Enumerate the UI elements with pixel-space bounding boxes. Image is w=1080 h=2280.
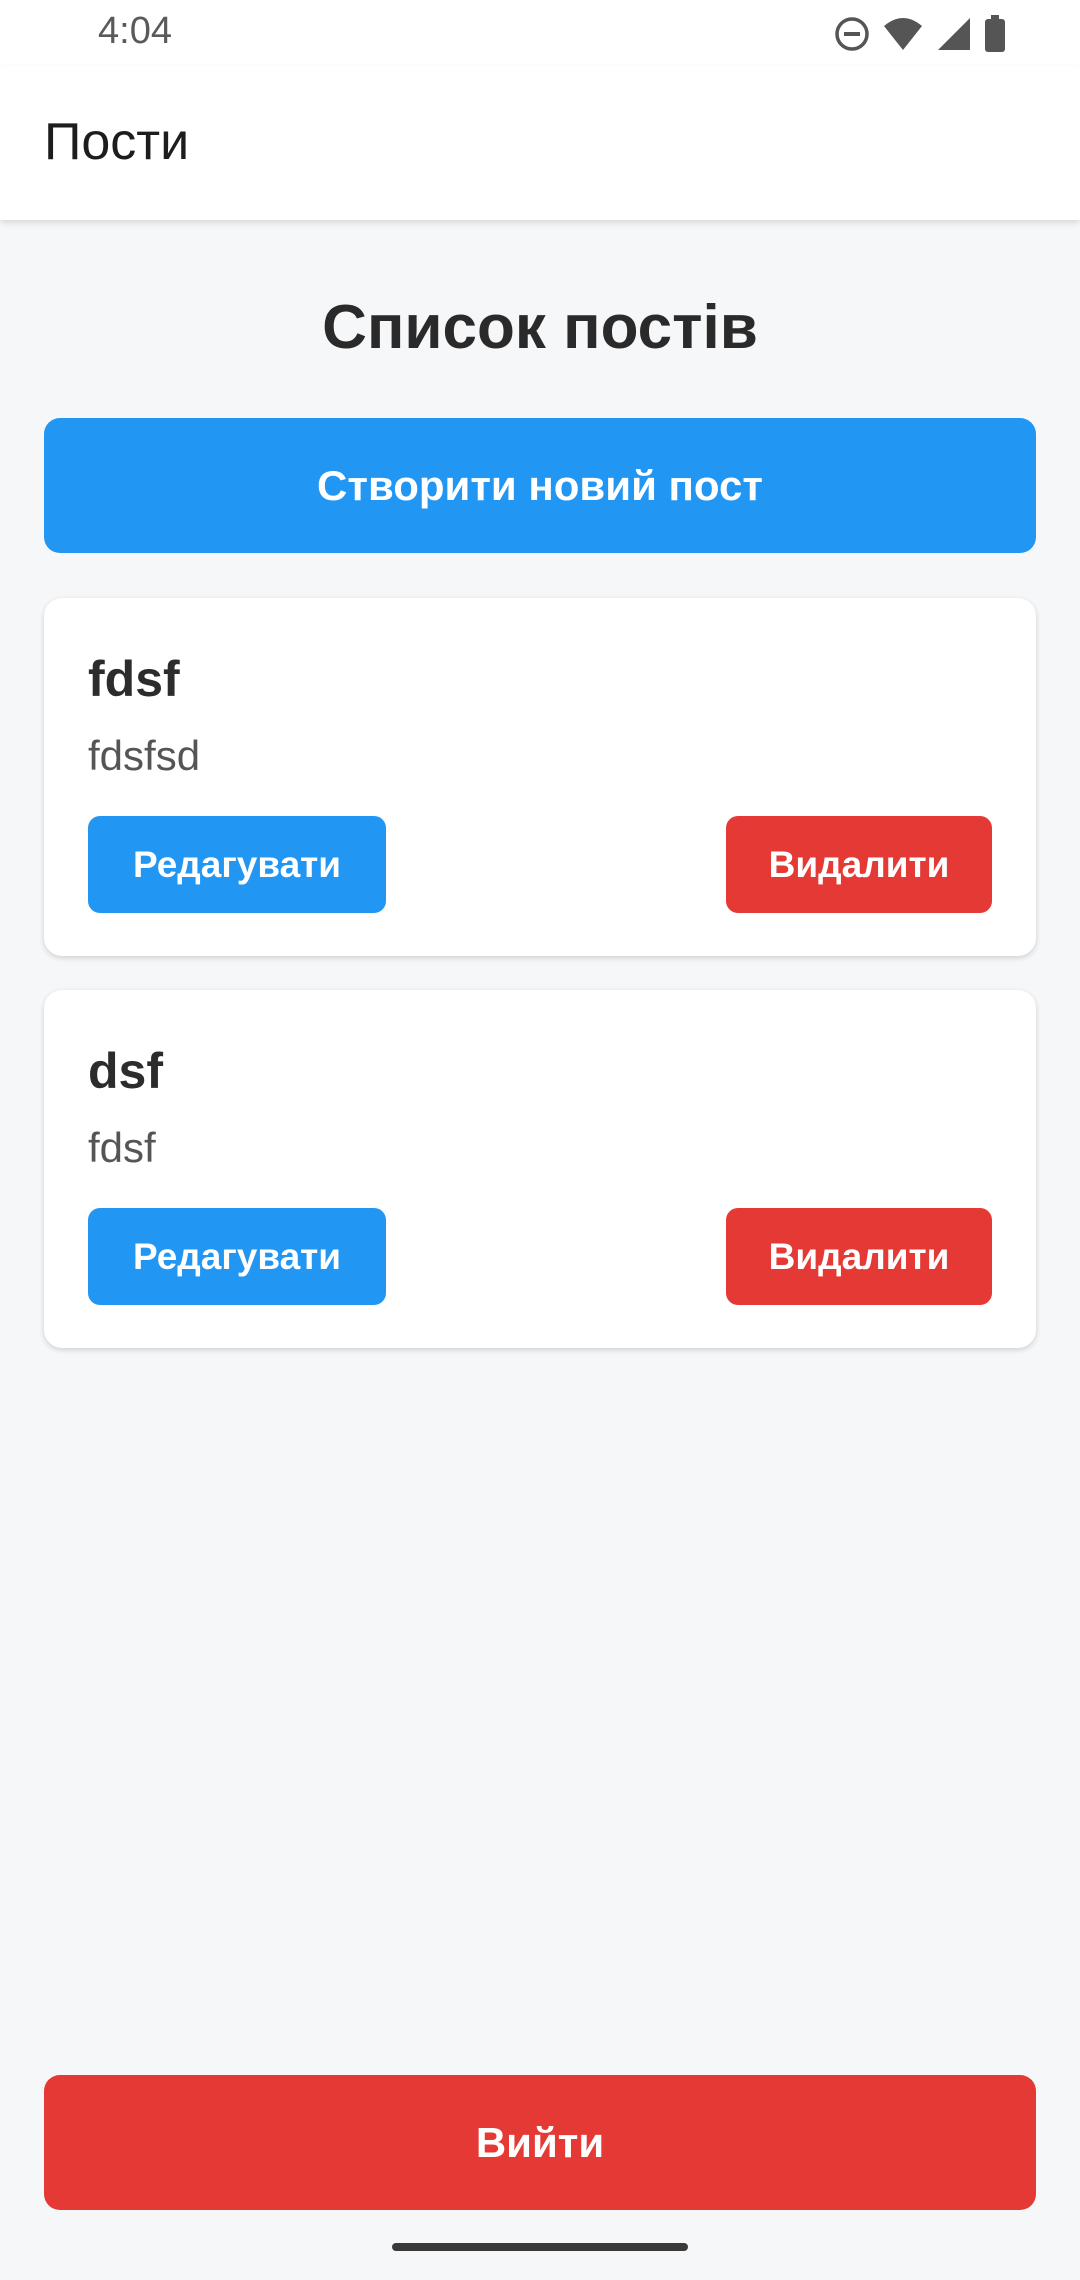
app-bar: Пости (0, 66, 1080, 220)
status-bar: 4:04 (0, 0, 1080, 66)
edit-post-button[interactable]: Редагувати (88, 1208, 386, 1305)
post-body: fdsfsd (88, 732, 201, 779)
battery-icon (984, 15, 1006, 53)
create-post-button[interactable]: Створити новий пост (44, 418, 1036, 553)
post-card: fdsf fdsfsd Редагувати Видалити (44, 598, 1036, 956)
wifi-icon (882, 16, 924, 52)
do-not-disturb-icon (834, 16, 870, 52)
delete-post-button[interactable]: Видалити (726, 816, 992, 913)
cellular-signal-icon (936, 16, 972, 52)
post-card: dsf fdsf Редагувати Видалити (44, 990, 1036, 1348)
app-bar-title: Пости (44, 113, 190, 171)
post-title: fdsf (88, 651, 180, 707)
delete-post-button[interactable]: Видалити (726, 1208, 992, 1305)
page-heading: Список постів (322, 293, 758, 362)
status-time: 4:04 (98, 10, 172, 52)
logout-button[interactable]: Вийти (44, 2075, 1036, 2210)
post-body: fdsf (88, 1124, 156, 1171)
gesture-nav-handle[interactable] (392, 2243, 688, 2251)
post-title: dsf (88, 1043, 163, 1099)
edit-post-button[interactable]: Редагувати (88, 816, 386, 913)
status-icons (834, 14, 1006, 54)
